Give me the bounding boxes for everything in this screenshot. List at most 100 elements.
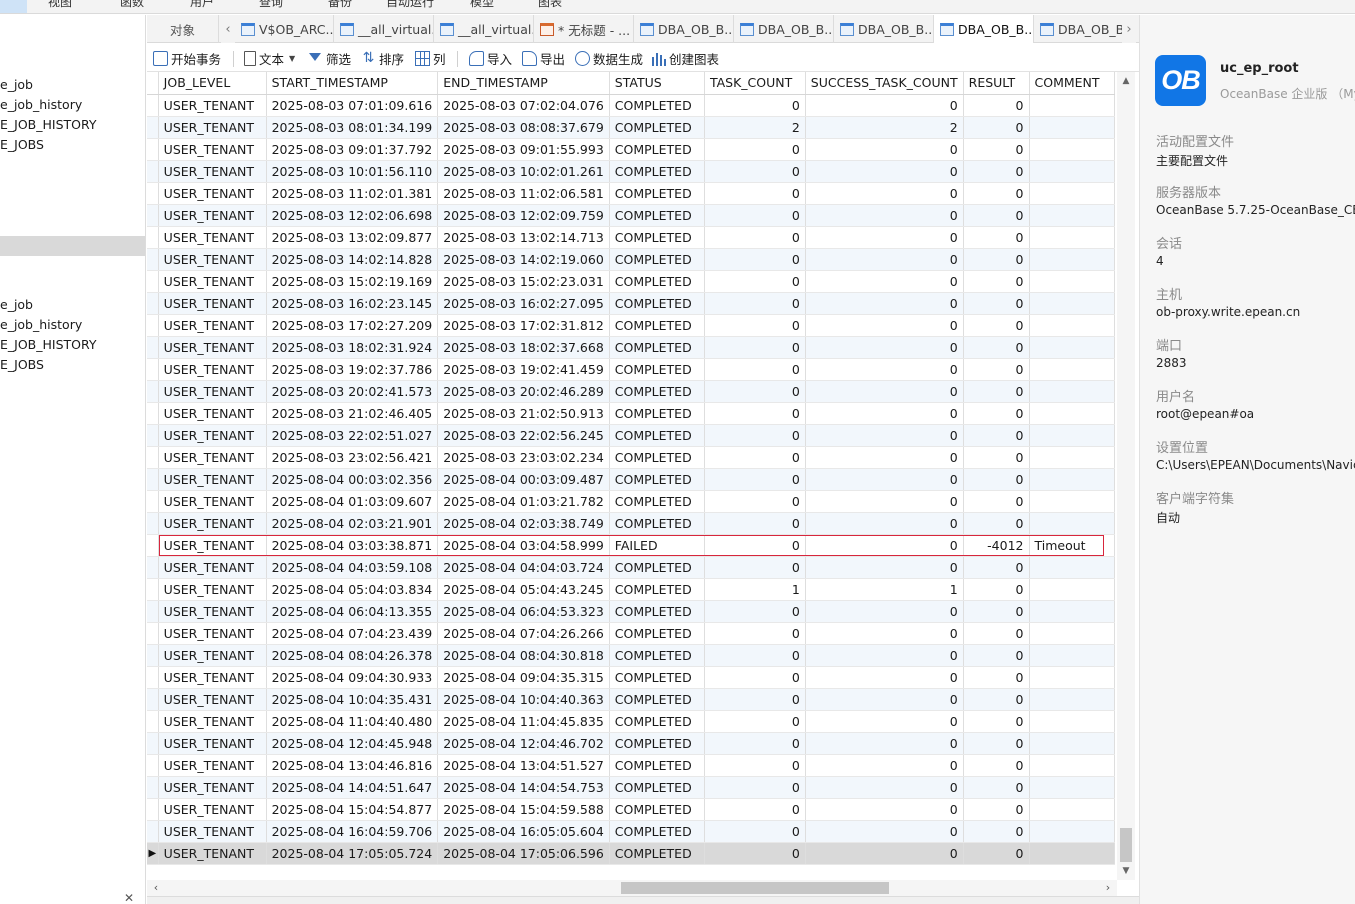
table-row[interactable]: USER_TENANT 2025-08-03 08:01:34.199 2025-0… [147, 116, 1115, 139]
table-cell[interactable]: COMPLETED [609, 138, 705, 161]
table-cell[interactable] [1029, 798, 1115, 821]
row-indicator[interactable] [147, 248, 159, 271]
table-cell[interactable]: 0 [963, 424, 1030, 447]
table-cell[interactable]: 0 [704, 94, 806, 117]
table-cell[interactable] [1029, 138, 1115, 161]
table-cell[interactable]: COMPLETED [609, 226, 705, 249]
table-cell[interactable]: 2025-08-03 19:02:37.786 [266, 358, 439, 381]
table-cell[interactable]: COMPLETED [609, 820, 705, 843]
table-cell[interactable]: 0 [805, 424, 964, 447]
table-cell[interactable]: 2025-08-03 12:02:06.698 [266, 204, 439, 227]
row-indicator[interactable] [147, 534, 159, 557]
table-cell[interactable]: COMPLETED [609, 248, 705, 271]
table-cell[interactable]: 0 [704, 270, 806, 293]
table-cell[interactable]: 2025-08-03 22:02:56.245 [437, 424, 610, 447]
table-cell[interactable]: 0 [805, 512, 964, 535]
table-cell[interactable]: 2025-08-04 13:04:46.816 [266, 754, 439, 777]
table-cell[interactable]: 0 [963, 138, 1030, 161]
table-cell[interactable]: 0 [704, 490, 806, 513]
column-header[interactable]: TASK_COUNT [704, 72, 806, 95]
table-cell[interactable] [1029, 578, 1115, 601]
table-cell[interactable] [1029, 358, 1115, 381]
table-cell[interactable]: 0 [704, 248, 806, 271]
scroll-up-icon[interactable]: ▲ [1117, 74, 1135, 88]
row-indicator[interactable] [147, 666, 159, 689]
menu-view[interactable]: 视图 [48, 0, 72, 10]
table-cell[interactable]: 0 [704, 160, 806, 183]
table-cell[interactable]: 2025-08-04 05:04:03.834 [266, 578, 439, 601]
table-cell[interactable]: 2025-08-03 16:02:27.095 [437, 292, 610, 315]
table-cell[interactable] [1029, 292, 1115, 315]
table-cell[interactable]: 2025-08-04 04:04:03.724 [437, 556, 610, 579]
table-cell[interactable]: COMPLETED [609, 314, 705, 337]
table-cell[interactable]: 0 [805, 446, 964, 469]
table-row[interactable]: USER_TENANT 2025-08-03 23:02:56.421 2025-0… [147, 446, 1115, 469]
table-cell[interactable]: USER_TENANT [158, 226, 267, 249]
table-cell[interactable]: 0 [805, 182, 964, 205]
table-cell[interactable]: 2025-08-03 16:02:23.145 [266, 292, 439, 315]
table-cell[interactable]: USER_TENANT [158, 160, 267, 183]
scroll-right-icon[interactable]: › [1101, 880, 1115, 896]
table-cell[interactable]: USER_TENANT [158, 138, 267, 161]
row-indicator[interactable] [147, 116, 159, 139]
row-indicator[interactable] [147, 160, 159, 183]
table-row[interactable]: USER_TENANT 2025-08-03 14:02:14.828 2025-0… [147, 248, 1115, 271]
table-cell[interactable]: 0 [963, 380, 1030, 403]
table-cell[interactable]: 0 [963, 270, 1030, 293]
scroll-down-icon[interactable]: ▼ [1117, 864, 1135, 878]
table-cell[interactable]: USER_TENANT [158, 424, 267, 447]
table-cell[interactable]: 0 [704, 556, 806, 579]
table-cell[interactable]: 0 [805, 292, 964, 315]
row-indicator[interactable] [147, 688, 159, 711]
table-cell[interactable]: 2025-08-03 21:02:46.405 [266, 402, 439, 425]
tab-objects[interactable]: 对象 [147, 15, 219, 43]
row-indicator[interactable] [147, 798, 159, 821]
tab-table[interactable]: DBA_OB_B... [734, 15, 834, 43]
row-indicator[interactable] [147, 644, 159, 667]
menu-functions[interactable]: 函数 [120, 0, 144, 10]
table-cell[interactable]: COMPLETED [609, 116, 705, 139]
table-cell[interactable]: 0 [704, 534, 806, 557]
table-cell[interactable]: 0 [805, 600, 964, 623]
row-indicator[interactable] [147, 600, 159, 623]
table-cell[interactable]: 0 [704, 402, 806, 425]
column-header[interactable]: START_TIMESTAMP [266, 72, 439, 95]
table-cell[interactable]: 0 [805, 160, 964, 183]
table-row[interactable]: USER_TENANT 2025-08-04 04:03:59.108 2025-0… [147, 556, 1115, 579]
table-cell[interactable] [1029, 226, 1115, 249]
table-cell[interactable]: 2025-08-03 10:02:01.261 [437, 160, 610, 183]
scroll-left-icon[interactable]: ‹ [149, 880, 163, 896]
column-header[interactable]: STATUS [609, 72, 705, 95]
column-header[interactable]: JOB_LEVEL [158, 72, 267, 95]
row-indicator[interactable] [147, 776, 159, 799]
table-cell[interactable]: 0 [963, 292, 1030, 315]
table-cell[interactable]: 2 [805, 116, 964, 139]
table-cell[interactable]: 2025-08-04 04:03:59.108 [266, 556, 439, 579]
table-cell[interactable]: 0 [963, 842, 1030, 865]
table-cell[interactable]: USER_TENANT [158, 820, 267, 843]
table-cell[interactable]: 0 [704, 314, 806, 337]
table-row[interactable]: USER_TENANT 2025-08-04 00:03:02.356 2025-0… [147, 468, 1115, 491]
row-indicator[interactable] [147, 380, 159, 403]
table-cell[interactable]: 0 [704, 798, 806, 821]
table-cell[interactable] [1029, 776, 1115, 799]
table-cell[interactable]: COMPLETED [609, 666, 705, 689]
table-cell[interactable] [1029, 512, 1115, 535]
table-cell[interactable] [1029, 182, 1115, 205]
table-cell[interactable]: 0 [963, 94, 1030, 117]
table-row[interactable]: USER_TENANT 2025-08-04 03:03:38.871 2025-0… [147, 534, 1115, 557]
table-row[interactable]: USER_TENANT 2025-08-04 05:04:03.834 2025-0… [147, 578, 1115, 601]
table-cell[interactable]: 2025-08-03 07:01:09.616 [266, 94, 439, 117]
table-cell[interactable]: 2025-08-03 08:01:34.199 [266, 116, 439, 139]
table-cell[interactable]: COMPLETED [609, 94, 705, 117]
menu-model[interactable]: 模型 [470, 0, 494, 10]
table-row[interactable]: USER_TENANT 2025-08-04 08:04:26.378 2025-0… [147, 644, 1115, 667]
table-cell[interactable] [1029, 732, 1115, 755]
table-cell[interactable]: USER_TENANT [158, 622, 267, 645]
table-cell[interactable] [1029, 710, 1115, 733]
column-header[interactable]: COMMENT [1029, 72, 1115, 95]
table-cell[interactable]: 0 [704, 226, 806, 249]
table-cell[interactable]: USER_TENANT [158, 380, 267, 403]
tree-item[interactable]: e_job [0, 297, 33, 312]
table-cell[interactable]: 2025-08-04 07:04:23.439 [266, 622, 439, 645]
